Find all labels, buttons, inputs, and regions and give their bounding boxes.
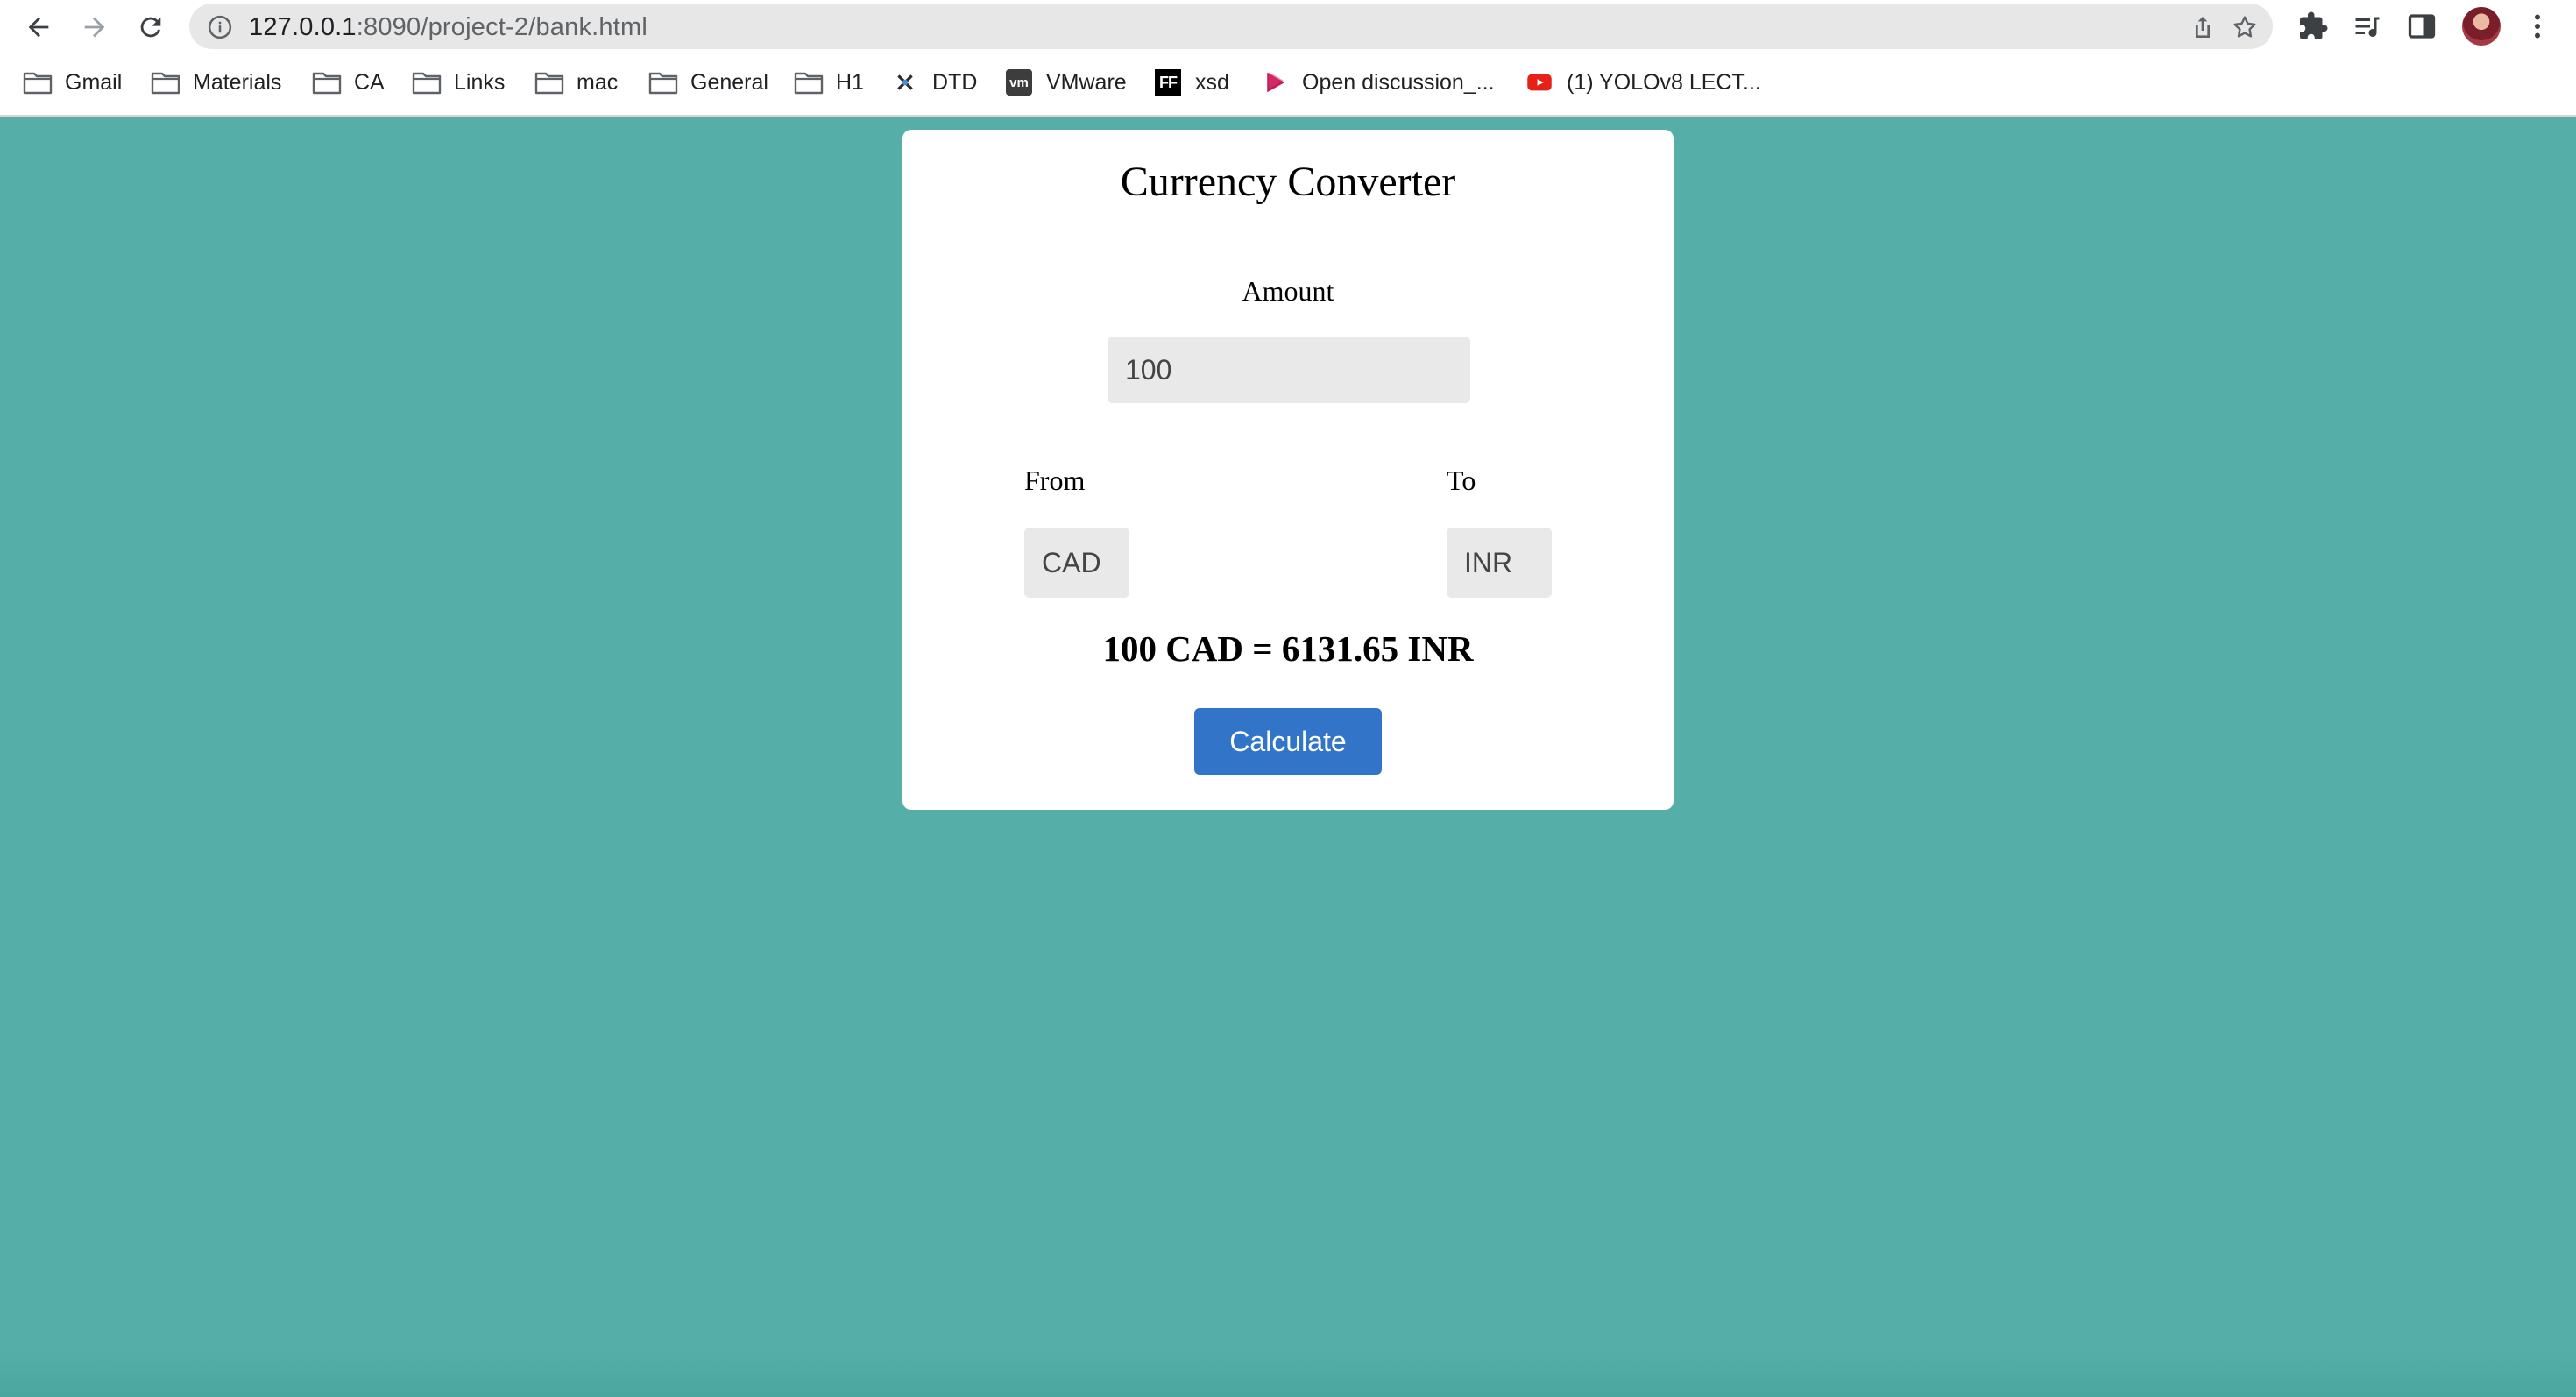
bottom-shade — [0, 1350, 2576, 1397]
arrow-left-icon — [28, 17, 49, 38]
back-button[interactable] — [18, 7, 60, 47]
from-label: From — [1024, 464, 1086, 496]
youtube-favicon — [1526, 69, 1553, 96]
bookmark-open-discussion[interactable]: Open discussion_... — [1262, 60, 1495, 105]
bookmark-general[interactable]: General — [648, 60, 768, 105]
bookmark-links[interactable]: Links — [412, 60, 505, 105]
url-host: 127.0.0.1 — [249, 13, 357, 41]
bookmark-yolov8[interactable]: (1) YOLOv8 LECT... — [1526, 60, 1761, 105]
bookmarks-bar: Gmail Materials CA Links mac General H1 — [0, 60, 2576, 105]
bookmark-label: Materials — [193, 69, 282, 95]
bookmark-label: Gmail — [65, 69, 123, 95]
browser-chrome: 127.0.0.1:8090/project-2/bank.html Gmail… — [0, 0, 2576, 117]
dtd-favicon — [892, 69, 918, 96]
profile-avatar[interactable] — [2462, 7, 2501, 46]
bookmark-label: CA — [354, 69, 385, 95]
bookmark-label: General — [690, 69, 768, 95]
folder-icon — [23, 72, 53, 95]
url-text: 127.0.0.1:8090/project-2/bank.html — [249, 13, 648, 42]
share-icon[interactable] — [2189, 13, 2217, 41]
bookmark-star-icon[interactable] — [2231, 13, 2259, 41]
bookmark-gmail[interactable]: Gmail — [23, 60, 122, 105]
folder-icon — [412, 72, 442, 95]
bookmark-label: H1 — [836, 69, 864, 95]
reading-list-icon[interactable] — [2352, 11, 2383, 42]
page-title: Currency Converter — [1120, 159, 1456, 205]
more-menu-icon[interactable] — [2522, 11, 2553, 42]
bookmark-label: Open discussion_... — [1302, 69, 1495, 95]
to-currency-input[interactable] — [1447, 528, 1552, 598]
bookmark-materials[interactable]: Materials — [151, 60, 281, 105]
ff-favicon: FF — [1155, 69, 1181, 96]
converter-card: Currency Converter Amount From To 100 CA… — [902, 130, 1674, 810]
address-bar[interactable]: 127.0.0.1:8090/project-2/bank.html — [189, 4, 2273, 49]
bookmark-label: mac — [577, 69, 619, 95]
ff-badge-text: FF — [1159, 73, 1178, 91]
forward-button[interactable] — [74, 7, 116, 47]
folder-icon — [794, 72, 824, 95]
bookmark-h1[interactable]: H1 — [794, 60, 864, 105]
extensions-puzzle-icon[interactable] — [2297, 11, 2329, 42]
bookmark-label: xsd — [1195, 69, 1229, 95]
from-currency-input[interactable] — [1024, 528, 1129, 598]
arrow-right-icon — [84, 17, 105, 38]
vmware-badge-text: vm — [1009, 74, 1029, 90]
folder-icon — [151, 72, 180, 95]
bookmark-label: VMware — [1046, 69, 1127, 95]
browser-toolbar: 127.0.0.1:8090/project-2/bank.html — [0, 0, 2576, 54]
url-path: :8090/project-2/bank.html — [356, 13, 648, 41]
reload-icon — [140, 17, 161, 38]
site-info-icon[interactable] — [207, 14, 233, 40]
bookmark-mac[interactable]: mac — [534, 60, 618, 105]
folder-icon — [534, 72, 564, 95]
bookmark-label: (1) YOLOv8 LECT... — [1567, 69, 1761, 95]
bookmark-xsd[interactable]: FF xsd — [1155, 60, 1229, 105]
vmware-favicon: vm — [1006, 69, 1032, 96]
folder-icon — [312, 72, 342, 95]
bookmark-label: DTD — [932, 69, 978, 95]
to-label: To — [1447, 464, 1476, 496]
bookmark-dtd[interactable]: DTD — [892, 60, 977, 105]
folder-icon — [648, 72, 678, 95]
conversion-result: 100 CAD = 6131.65 INR — [1102, 628, 1474, 669]
bookmark-ca[interactable]: CA — [312, 60, 385, 105]
bookmark-label: Links — [454, 69, 506, 95]
amount-label: Amount — [1242, 275, 1334, 307]
side-panel-icon[interactable] — [2406, 11, 2438, 42]
bookmark-vmware[interactable]: vm VMware — [1006, 60, 1127, 105]
calculate-button[interactable]: Calculate — [1194, 708, 1382, 775]
reload-button[interactable] — [130, 7, 172, 47]
amount-input[interactable] — [1108, 337, 1470, 403]
play-favicon — [1262, 69, 1288, 96]
